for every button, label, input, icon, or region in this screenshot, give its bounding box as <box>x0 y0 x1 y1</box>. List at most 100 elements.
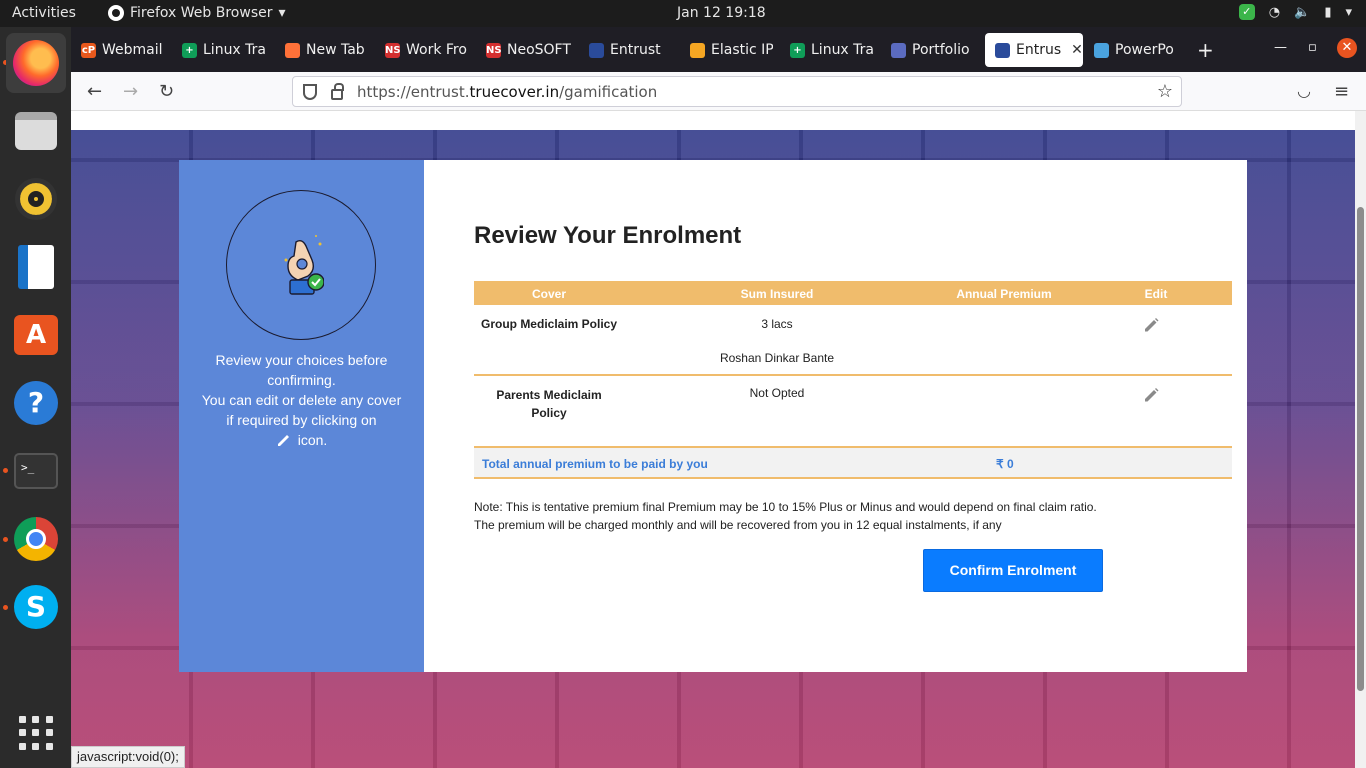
browser-tab[interactable]: Elastic IP <box>680 33 773 67</box>
tab-label: PowerPo <box>1115 42 1174 58</box>
column-cover: Cover <box>531 287 566 301</box>
tab-favicon-icon: cP <box>81 42 96 58</box>
page-header-strip <box>71 111 1355 130</box>
row-sum-insured: Not Opted <box>749 386 805 400</box>
browser-tab[interactable]: NS NeoSOFT <box>476 33 572 67</box>
tab-label: Work Fro <box>406 42 467 58</box>
table-header: Cover Sum Insured Annual Premium Edit <box>474 281 1232 305</box>
tab-label: Elastic IP <box>711 42 773 58</box>
app-grid-icon <box>19 716 53 750</box>
window-close-button[interactable]: ✕ <box>1337 38 1357 58</box>
column-annual-premium: Annual Premium <box>956 287 1052 301</box>
system-tray[interactable]: ✓ ◔ 🔈 ▮ ▾ <box>1238 4 1352 20</box>
chevron-down-icon: ▾ <box>1345 4 1352 20</box>
browser-tab[interactable]: Entrus ✕ <box>985 33 1083 67</box>
tab-label: Webmail <box>102 42 163 58</box>
dock-help[interactable]: ? <box>6 373 66 433</box>
back-button[interactable]: ← <box>87 81 102 102</box>
tab-bar: cP Webmail + Linux Tra New Tab NS Work Fro NS Ne… <box>71 27 1366 72</box>
lock-icon[interactable] <box>331 83 344 100</box>
dock-files[interactable] <box>6 101 66 161</box>
new-tab-button[interactable]: + <box>1197 38 1214 62</box>
browser-tab[interactable]: Portfolio <box>881 33 977 67</box>
dock-terminal[interactable]: >_ <box>6 441 66 501</box>
tracking-shield-icon[interactable] <box>303 83 317 100</box>
dock-software[interactable]: A <box>6 305 66 365</box>
browser-tab[interactable]: Entrust <box>579 33 673 67</box>
skype-icon: S <box>14 585 58 629</box>
page-title: Review Your Enrolment <box>474 222 742 249</box>
dock: A ? >_ S <box>0 27 71 768</box>
tab-favicon-icon: + <box>790 42 805 58</box>
enrolment-review-card: Review your choices before confirming. Y… <box>179 160 1247 672</box>
tab-favicon-icon <box>891 42 906 58</box>
tab-label: Linux Tra <box>811 42 874 58</box>
forward-button[interactable]: → <box>123 81 138 102</box>
url-bar[interactable]: https://entrust.truecover.in/gamificatio… <box>292 76 1182 107</box>
browser-tab[interactable]: PowerPo <box>1084 33 1180 67</box>
tab-favicon-icon <box>690 42 705 58</box>
row-divider <box>474 374 1232 376</box>
dock-firefox[interactable] <box>6 33 66 93</box>
edit-pencil-icon[interactable] <box>1142 386 1160 404</box>
link-status-bar: javascript:void(0); <box>71 746 185 768</box>
help-icon: ? <box>14 381 58 425</box>
firefox-icon <box>108 5 124 21</box>
tab-favicon-icon: NS <box>385 42 401 58</box>
tab-favicon-icon: NS <box>486 42 502 58</box>
tab-label: NeoSOFT <box>507 42 571 58</box>
page-scrollbar[interactable] <box>1355 111 1366 768</box>
dock-chrome[interactable] <box>6 509 66 569</box>
tab-label: Entrus <box>1016 42 1062 58</box>
tab-close-icon[interactable]: ✕ <box>1071 42 1083 58</box>
dock-writer[interactable] <box>6 237 66 297</box>
total-amount: ₹ 0 <box>996 457 1014 471</box>
firefox-icon <box>13 40 59 86</box>
dock-skype[interactable]: S <box>6 577 66 637</box>
files-icon <box>15 112 57 150</box>
total-premium-row: Total annual premium to be paid by you ₹… <box>474 446 1232 479</box>
rhythmbox-icon <box>15 178 57 220</box>
scrollbar-thumb[interactable] <box>1357 207 1364 691</box>
tab-label: New Tab <box>306 42 365 58</box>
edit-pencil-icon[interactable] <box>1142 316 1160 334</box>
activities-button[interactable]: Activities <box>12 5 76 21</box>
chrome-icon <box>14 517 58 561</box>
info-panel: Review your choices before confirming. Y… <box>179 160 424 672</box>
chevron-down-icon: ▾ <box>278 5 286 21</box>
browser-tab[interactable]: New Tab <box>275 33 370 67</box>
dock-rhythmbox[interactable] <box>6 169 66 229</box>
url-text[interactable]: https://entrust.truecover.in/gamificatio… <box>357 83 657 101</box>
tab-favicon-icon <box>1094 42 1109 58</box>
clock[interactable]: Jan 12 19:18 <box>677 5 766 21</box>
system-top-bar: Activities Firefox Web Browser ▾ Jan 12 … <box>0 0 1366 27</box>
terminal-icon: >_ <box>14 453 58 489</box>
tab-favicon-icon <box>995 42 1010 58</box>
confirm-enrolment-button[interactable]: Confirm Enrolment <box>923 549 1103 592</box>
bookmark-star-icon[interactable]: ☆ <box>1157 81 1173 102</box>
dock-show-apps[interactable] <box>6 703 66 763</box>
browser-tab[interactable]: + Linux Tra <box>172 33 268 67</box>
reload-button[interactable]: ↻ <box>159 81 174 102</box>
app-menu-label: Firefox Web Browser <box>130 5 273 21</box>
row-member-name: Roshan Dinkar Bante <box>719 351 835 365</box>
info-message: Review your choices before confirming. Y… <box>201 352 402 448</box>
hamburger-menu-icon[interactable]: ≡ <box>1334 81 1349 102</box>
maximize-button[interactable]: ▫ <box>1308 40 1317 55</box>
browser-tab[interactable]: cP Webmail <box>71 33 164 67</box>
volume-icon: 🔈 <box>1294 4 1311 20</box>
hand-ok-icon <box>284 235 324 295</box>
column-edit: Edit <box>1144 287 1168 301</box>
browser-tab[interactable]: + Linux Tra <box>780 33 874 67</box>
software-store-icon: A <box>14 315 58 355</box>
tab-favicon-icon <box>285 42 300 58</box>
browser-tab[interactable]: NS Work Fro <box>375 33 469 67</box>
app-menu[interactable]: Firefox Web Browser ▾ <box>108 5 286 21</box>
pocket-icon[interactable]: ◡ <box>1297 81 1311 100</box>
shield-check-icon[interactable]: ✓ <box>1238 4 1255 20</box>
tab-favicon-icon: + <box>182 42 197 58</box>
total-label: Total annual premium to be paid by you <box>482 457 708 471</box>
row-sum-insured: 3 lacs <box>761 317 793 331</box>
minimize-button[interactable]: — <box>1274 40 1287 55</box>
pencil-icon <box>277 435 289 446</box>
